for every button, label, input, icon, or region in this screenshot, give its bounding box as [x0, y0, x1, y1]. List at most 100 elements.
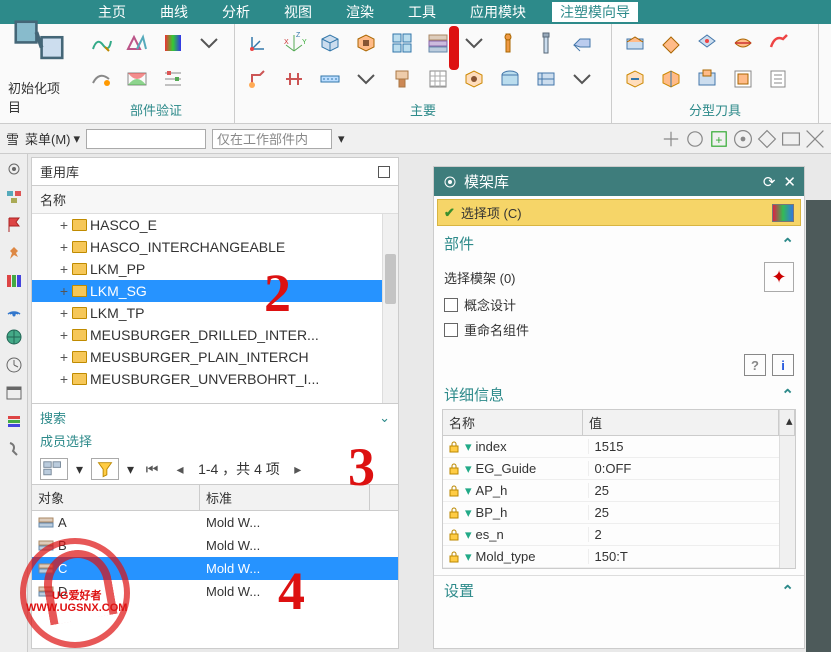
leftbar-icon-layers[interactable] [5, 412, 23, 430]
detail-row[interactable]: ▾index1515 [443, 436, 779, 458]
leftbar-icon-window[interactable] [5, 384, 23, 402]
parting-icon-2[interactable] [656, 28, 686, 58]
dropdown-icon[interactable]: ▾ [465, 483, 472, 499]
detail-row[interactable]: ▾EG_Guide0:OFF [443, 458, 779, 480]
main-icon-workpiece[interactable] [315, 28, 345, 58]
menu-tools[interactable]: 工具 [400, 2, 444, 22]
validate-icon-1[interactable] [86, 28, 116, 58]
lock-icon[interactable] [447, 529, 461, 541]
refresh-icon[interactable]: ⟳ [763, 173, 776, 191]
validate-icon-3[interactable] [158, 28, 188, 58]
tree-item[interactable]: +HASCO_E [32, 214, 398, 236]
dropdown-icon[interactable]: ▾ [465, 439, 472, 455]
main-icon-view[interactable] [531, 64, 561, 94]
expand-icon[interactable]: + [59, 349, 69, 365]
reuse-tree[interactable]: +HASCO_E+HASCO_INTERCHANGEABLE+LKM_PP+LK… [32, 214, 398, 404]
validate-icon-4[interactable] [86, 64, 116, 94]
main-icon-bom[interactable] [423, 64, 453, 94]
parting-icon-7[interactable] [656, 64, 686, 94]
member-row[interactable]: CMold W... [32, 557, 398, 580]
leftbar-icon-tool[interactable] [5, 440, 23, 458]
toolstrip-icon-4[interactable] [733, 129, 753, 149]
menu-curve[interactable]: 曲线 [152, 2, 196, 22]
main-icon-axes[interactable]: ZXY [279, 28, 309, 58]
target-select-button[interactable]: ✦ [764, 262, 794, 292]
toolstrip-icon-7[interactable] [805, 129, 825, 149]
section-settings-header[interactable]: 设置 ⌃ [434, 575, 804, 605]
work-part-scope-dropdown[interactable]: 仅在工作部件内 [212, 129, 332, 149]
main-icon-slider[interactable] [567, 28, 597, 58]
member-row[interactable]: BMold W... [32, 534, 398, 557]
leftbar-icon-books[interactable] [5, 272, 23, 290]
main-icon-cooling-dd[interactable] [351, 64, 381, 94]
concept-design-checkbox-row[interactable]: 概念设计 [444, 292, 794, 317]
nav-prev-button[interactable]: ◂ [170, 459, 190, 479]
leftbar-icon-flag[interactable] [5, 216, 23, 234]
tree-item[interactable]: +LKM_SG [32, 280, 398, 302]
toolstrip-icon-2[interactable] [685, 129, 705, 149]
validate-icon-5[interactable] [122, 64, 152, 94]
detail-scrollbar[interactable]: ▴ [779, 410, 795, 435]
main-icon-cavity[interactable] [351, 28, 381, 58]
leftbar-icon-nav[interactable] [5, 188, 23, 206]
menu-render[interactable]: 渲染 [338, 2, 382, 22]
nav-first-button[interactable]: ⏮ [142, 459, 162, 479]
parting-icon-4[interactable] [728, 28, 758, 58]
help-dialog-button[interactable]: ? [744, 354, 766, 376]
main-icon-moldbase[interactable] [423, 28, 453, 58]
parting-icon-10[interactable] [764, 64, 794, 94]
tree-item[interactable]: +MEUSBURGER_UNVERBOHRT_I... [32, 368, 398, 390]
main-icon-stdpart[interactable] [495, 28, 525, 58]
leftbar-icon-globe[interactable] [5, 328, 23, 346]
chevron-down-icon[interactable]: ▾ [127, 461, 134, 478]
chevron-down-icon[interactable]: ▾ [76, 461, 83, 478]
section-part-header[interactable]: 部件 ⌃ [434, 229, 804, 258]
validate-icon-6[interactable] [158, 64, 188, 94]
main-icon-csys[interactable] [243, 28, 273, 58]
lock-icon[interactable] [447, 485, 461, 497]
parting-icon-3[interactable] [692, 28, 722, 58]
expand-icon[interactable]: + [59, 371, 69, 387]
leftbar-icon-gear[interactable] [5, 160, 23, 178]
nav-next-button[interactable]: ▸ [288, 459, 308, 479]
member-row[interactable]: DMold W... [32, 580, 398, 603]
expand-icon[interactable]: + [59, 283, 69, 299]
detail-row[interactable]: ▾AP_h25 [443, 480, 779, 502]
detail-row[interactable]: ▾BP_h25 [443, 502, 779, 524]
main-icon-pocket[interactable] [459, 64, 489, 94]
leftbar-icon-wifi[interactable] [5, 300, 23, 318]
tree-item[interactable]: +LKM_TP [32, 302, 398, 324]
detail-col-name[interactable]: 名称 [443, 410, 583, 435]
validate-icon-2[interactable] [122, 28, 152, 58]
dropdown-icon[interactable]: ▾ [465, 549, 472, 565]
tree-item[interactable]: +LKM_PP [32, 258, 398, 280]
info-button[interactable]: i [772, 354, 794, 376]
menu-dropdown-button[interactable]: 菜单(M) ▾ [25, 129, 80, 148]
expand-icon[interactable]: + [59, 261, 69, 277]
expand-icon[interactable]: + [59, 305, 69, 321]
main-icon-trim[interactable] [495, 64, 525, 94]
parting-icon-8[interactable] [692, 64, 722, 94]
lock-icon[interactable] [447, 441, 461, 453]
main-icon-moldbase-dd[interactable] [459, 28, 489, 58]
selection-filter-dropdown[interactable] [86, 129, 206, 149]
detail-col-value[interactable]: 值 [583, 410, 779, 435]
init-project-button[interactable]: 初始化项目 [8, 28, 70, 102]
toolstrip-icon-3[interactable]: + [709, 129, 729, 149]
dropdown-icon[interactable]: ▾ [465, 527, 472, 543]
toolstrip-icon-6[interactable] [781, 129, 801, 149]
expand-icon[interactable]: + [59, 327, 69, 343]
parting-icon-5[interactable] [764, 28, 794, 58]
parting-icon-1[interactable] [620, 28, 650, 58]
leftbar-icon-pin[interactable] [5, 244, 23, 262]
tree-item[interactable]: +MEUSBURGER_PLAIN_INTERCH [32, 346, 398, 368]
member-row[interactable]: AMold W... [32, 511, 398, 534]
main-icon-electrode[interactable] [387, 64, 417, 94]
toolstrip-icon-5[interactable] [757, 129, 777, 149]
section-detail-header[interactable]: 详细信息 ⌃ [434, 380, 804, 409]
dropdown-icon[interactable]: ▾ [465, 461, 472, 477]
parting-icon-9[interactable] [728, 64, 758, 94]
expand-icon[interactable]: + [59, 217, 69, 233]
parting-icon-6[interactable] [620, 64, 650, 94]
lock-icon[interactable] [447, 463, 461, 475]
